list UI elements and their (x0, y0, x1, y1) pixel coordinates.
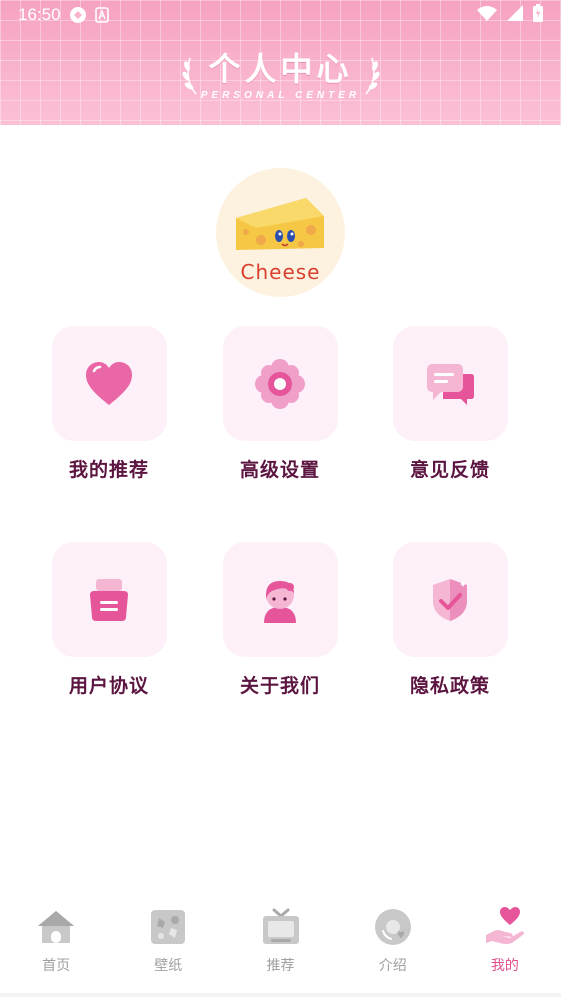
status-right (477, 4, 543, 26)
nav-label: 推荐 (266, 958, 295, 974)
signal-icon (507, 5, 523, 25)
status-time: 16:50 (18, 5, 61, 24)
menu-item-my-recommend[interactable]: 我的推荐 (24, 326, 194, 482)
header-title-block: 个人中心 PERSONAL CENTER (0, 50, 561, 110)
menu-item-label: 隐私政策 (409, 675, 490, 697)
menu-item-label: 我的推荐 (68, 459, 149, 481)
menu-item-label: 用户协议 (68, 675, 149, 697)
status-bar: 16:50 (0, 0, 561, 30)
sync-icon (69, 6, 87, 24)
menu-item-advanced-settings[interactable]: 高级设置 (195, 326, 365, 482)
menu-item-label: 意见反馈 (409, 459, 490, 481)
menu-item-label: 高级设置 (239, 459, 320, 481)
avatar[interactable]: Cheese (216, 168, 345, 297)
page-subtitle: PERSONAL CENTER (200, 90, 361, 101)
menu-tile[interactable] (51, 542, 167, 657)
menu-item-feedback[interactable]: 意见反馈 (365, 326, 535, 482)
nav-item-mine[interactable]: 我的 (449, 895, 561, 997)
nav-item-recommend[interactable]: 推荐 (224, 895, 336, 997)
menu-item-privacy-policy[interactable]: 隐私政策 (365, 542, 535, 698)
menu-tile[interactable] (222, 542, 338, 657)
app-notification-icon (94, 7, 109, 23)
menu-tile[interactable] (392, 326, 508, 441)
nav-item-intro[interactable]: 介绍 (337, 895, 449, 997)
nav-label: 壁纸 (154, 958, 183, 974)
nav-label: 首页 (42, 958, 71, 974)
battery-icon (533, 4, 543, 26)
flower-gear-icon (255, 358, 305, 409)
menu-item-about-us[interactable]: 关于我们 (195, 542, 365, 698)
menu-item-user-agreement[interactable]: 用户协议 (24, 542, 194, 698)
bottom-divider (0, 993, 561, 997)
menu-tile[interactable] (51, 326, 167, 441)
menu-tile[interactable] (222, 326, 338, 441)
home-icon (36, 907, 76, 947)
heart-icon (86, 361, 132, 405)
wallpaper-icon (149, 907, 187, 947)
page-title: 个人中心 (208, 50, 353, 88)
chat-bubble-icon (427, 363, 474, 405)
nav-label: 我的 (490, 958, 519, 974)
nav-item-home[interactable]: 首页 (0, 895, 112, 997)
tv-icon (261, 907, 301, 947)
menu-tile[interactable] (392, 542, 508, 657)
shield-check-icon (433, 578, 467, 621)
document-icon (90, 578, 128, 621)
wifi-icon (477, 5, 497, 25)
avatar-label: Cheese (240, 260, 321, 284)
nav-label: 介绍 (378, 958, 407, 974)
hand-heart-icon (484, 907, 526, 947)
menu-item-label: 关于我们 (239, 675, 320, 697)
header: 16:50 个人中心 PERSONAL CENTER (0, 0, 561, 125)
nav-item-wallpaper[interactable]: 壁纸 (112, 895, 224, 997)
disc-icon (373, 907, 413, 947)
bottom-nav: 首页 壁纸 推荐 介绍 我的 (0, 895, 561, 997)
person-icon (264, 580, 296, 623)
